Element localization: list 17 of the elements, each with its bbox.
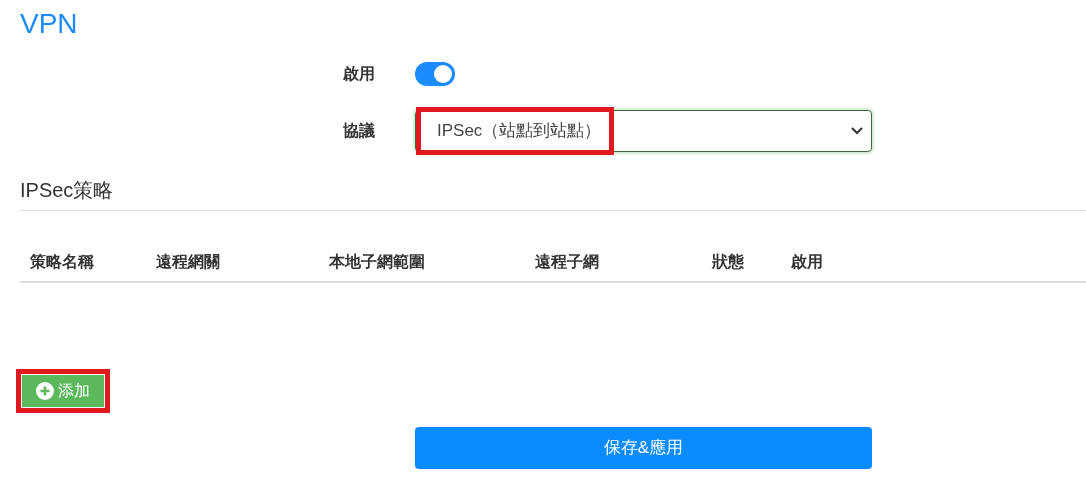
protocol-select[interactable]: IPSec（站點到站點）	[415, 110, 872, 152]
column-header: 遠程網關	[156, 253, 220, 270]
add-button[interactable]: 添加	[22, 375, 104, 407]
section-title: IPSec策略	[20, 178, 114, 203]
field-label: 協議	[343, 121, 376, 141]
column-header: 策略名稱	[30, 253, 94, 270]
chevron-down-icon	[851, 127, 863, 135]
page-title: VPN	[20, 7, 78, 41]
plus-circle-icon	[36, 382, 54, 400]
select-value: IPSec（站點到站點）	[437, 120, 603, 143]
column-header: 本地子網範圍	[329, 253, 425, 270]
toggle-switch[interactable]	[415, 62, 455, 86]
column-header: 啟用	[791, 253, 823, 270]
field-label: 啟用	[343, 64, 376, 84]
column-header: 遠程子網	[535, 253, 599, 270]
column-header: 狀態	[712, 253, 744, 270]
save-apply-button[interactable]: 保存&應用	[415, 427, 872, 469]
